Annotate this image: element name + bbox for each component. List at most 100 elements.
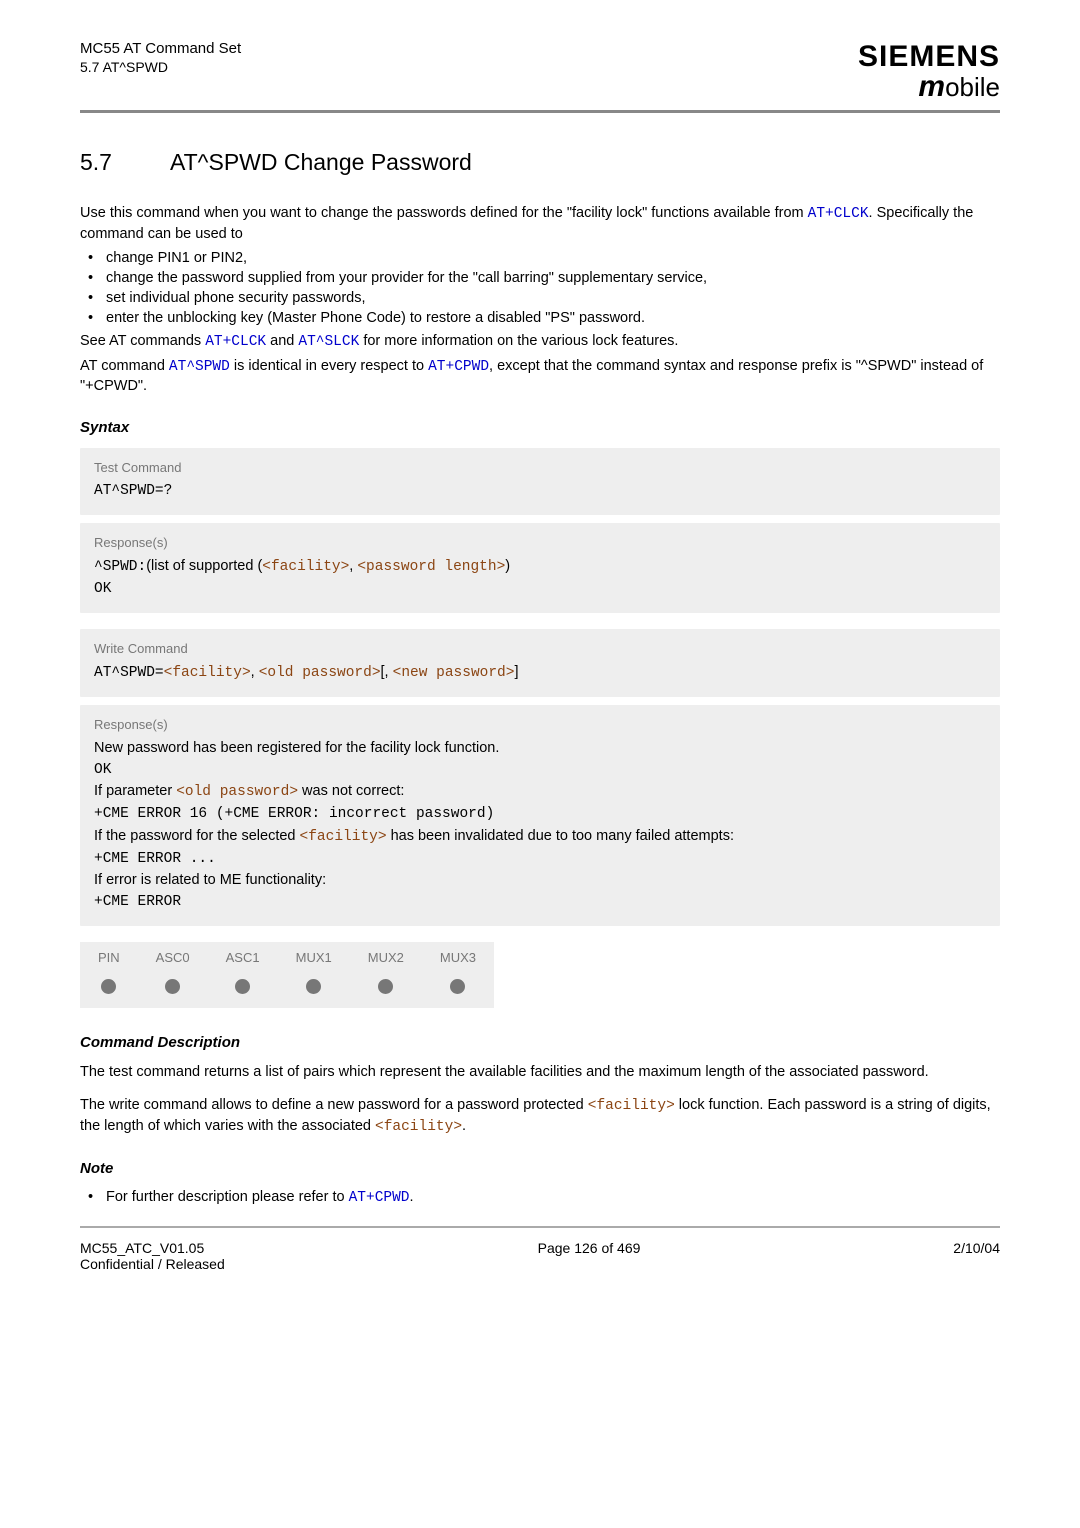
col-asc0: ASC0 <box>138 942 208 973</box>
write-command-box: Write Command AT^SPWD=<facility>, <old p… <box>80 629 1000 697</box>
dot-icon <box>450 979 465 994</box>
nb1b: . <box>410 1189 414 1205</box>
wr-line3: If the password for the selected <facili… <box>94 826 986 849</box>
dot-mux3 <box>422 973 494 1008</box>
section-heading: 5.7AT^SPWD Change Password <box>80 149 1000 176</box>
bullet-1: change PIN1 or PIN2, <box>88 250 1000 266</box>
wr-ok1: OK <box>94 760 986 782</box>
note-bullets: For further description please refer to … <box>80 1189 1000 1206</box>
col-mux3: MUX3 <box>422 942 494 973</box>
doc-subtitle: 5.7 AT^SPWD <box>80 59 241 75</box>
param-newpw[interactable]: <new password> <box>393 665 515 681</box>
test-response-content: ^SPWD:(list of supported (<facility>, <p… <box>94 556 986 602</box>
cmd-desc-heading: Command Description <box>80 1034 1000 1051</box>
param-pwlen[interactable]: <password length> <box>357 559 505 575</box>
header-divider <box>80 110 1000 113</box>
wr-line1: New password has been registered for the… <box>94 738 986 760</box>
bullet-2: change the password supplied from your p… <box>88 270 1000 286</box>
footer-left: MC55_ATC_V01.05 Confidential / Released <box>80 1240 225 1272</box>
br2: ] <box>514 664 518 680</box>
bullet-4: enter the unblocking key (Master Phone C… <box>88 310 1000 326</box>
footer-center: Page 126 of 469 <box>538 1240 641 1272</box>
dot-icon <box>378 979 393 994</box>
dot-mux1 <box>278 973 350 1008</box>
brand-logo: SIEMENS <box>858 40 1000 74</box>
l3b: has been invalidated due to too many fai… <box>387 828 734 844</box>
test-response-box: Response(s) ^SPWD:(list of supported (<f… <box>80 523 1000 614</box>
see-line: See AT commands AT+CLCK and AT^SLCK for … <box>80 332 1000 353</box>
br1: [, <box>381 664 393 680</box>
write-response-content: New password has been registered for the… <box>94 738 986 914</box>
write-command-label: Write Command <box>94 641 986 656</box>
l2a: If parameter <box>94 783 176 799</box>
write-response-box: Response(s) New password has been regist… <box>80 705 1000 926</box>
p2c: . <box>462 1118 466 1134</box>
param-facility-5[interactable]: <facility> <box>375 1119 462 1135</box>
brand-rest: obile <box>945 72 1000 102</box>
atcpwd-link-1[interactable]: AT+CPWD <box>428 359 489 375</box>
cmd-desc-p1: The test command returns a list of pairs… <box>80 1063 1000 1083</box>
dot-icon <box>235 979 250 994</box>
resp-pre: ^SPWD: <box>94 559 146 575</box>
note-bullet-1: For further description please refer to … <box>88 1189 1000 1206</box>
wcomma1: , <box>251 664 259 680</box>
section-number: 5.7 <box>80 149 170 176</box>
param-facility-3[interactable]: <facility> <box>300 829 387 845</box>
page-footer: MC55_ATC_V01.05 Confidential / Released … <box>80 1240 1000 1272</box>
see3: for more information on the various lock… <box>359 333 678 349</box>
at-line: AT command AT^SPWD is identical in every… <box>80 357 1000 397</box>
footer-right: 2/10/04 <box>953 1240 1000 1272</box>
cmd-desc-p2: The write command allows to define a new… <box>80 1096 1000 1137</box>
doc-title: MC55 AT Command Set <box>80 40 241 57</box>
dot-pin <box>80 973 138 1008</box>
write-response-label: Response(s) <box>94 717 986 732</box>
dot-icon <box>101 979 116 994</box>
wr-err1: +CME ERROR 16 (+CME ERROR: incorrect pas… <box>94 804 986 826</box>
dot-asc0 <box>138 973 208 1008</box>
param-facility-1[interactable]: <facility> <box>262 559 349 575</box>
test-command-cmd: AT^SPWD=? <box>94 481 986 503</box>
resp-end: ) <box>505 558 510 574</box>
at1: AT command <box>80 358 169 374</box>
ok-text: OK <box>94 581 111 597</box>
footer-version: MC55_ATC_V01.05 <box>80 1240 225 1256</box>
param-facility-2[interactable]: <facility> <box>164 665 251 681</box>
atcpwd-link-2[interactable]: AT+CPWD <box>349 1190 410 1206</box>
brand-m: m <box>918 70 945 103</box>
intro-bullets: change PIN1 or PIN2, change the password… <box>80 250 1000 326</box>
col-asc1: ASC1 <box>208 942 278 973</box>
wr-err2: +CME ERROR ... <box>94 849 986 871</box>
dot-mux2 <box>350 973 422 1008</box>
atspwd-link[interactable]: AT^SPWD <box>169 359 230 375</box>
at2: is identical in every respect to <box>230 358 428 374</box>
dot-icon <box>165 979 180 994</box>
test-command-box: Test Command AT^SPWD=? <box>80 448 1000 515</box>
test-response-label: Response(s) <box>94 535 986 550</box>
l2b: was not correct: <box>298 783 404 799</box>
wr-line2: If parameter <old password> was not corr… <box>94 781 986 804</box>
param-oldpw-1[interactable]: <old password> <box>259 665 381 681</box>
footer-confidential: Confidential / Released <box>80 1256 225 1272</box>
param-oldpw-2[interactable]: <old password> <box>176 784 298 800</box>
header-right: SIEMENS mobile <box>858 40 1000 104</box>
dot-asc1 <box>208 973 278 1008</box>
bullet-3: set individual phone security passwords, <box>88 290 1000 306</box>
feature-table: PIN ASC0 ASC1 MUX1 MUX2 MUX3 <box>80 942 494 1008</box>
header-left: MC55 AT Command Set 5.7 AT^SPWD <box>80 40 241 75</box>
intro-paragraph: Use this command when you want to change… <box>80 204 1000 244</box>
l3a: If the password for the selected <box>94 828 300 844</box>
atslck-link[interactable]: AT^SLCK <box>298 334 359 350</box>
resp-mid: (list of supported ( <box>146 558 262 574</box>
param-facility-4[interactable]: <facility> <box>588 1098 675 1114</box>
write-pre: AT^SPWD= <box>94 665 164 681</box>
brand-sub: mobile <box>858 70 1000 104</box>
test-command-label: Test Command <box>94 460 986 475</box>
see1: See AT commands <box>80 333 205 349</box>
note-heading: Note <box>80 1160 1000 1177</box>
atclck-link-2[interactable]: AT+CLCK <box>205 334 266 350</box>
intro-lead: Use this command when you want to change… <box>80 205 808 221</box>
atclck-link-1[interactable]: AT+CLCK <box>808 206 869 222</box>
col-pin: PIN <box>80 942 138 973</box>
write-command-content: AT^SPWD=<facility>, <old password>[, <ne… <box>94 662 986 685</box>
footer-divider <box>80 1226 1000 1228</box>
